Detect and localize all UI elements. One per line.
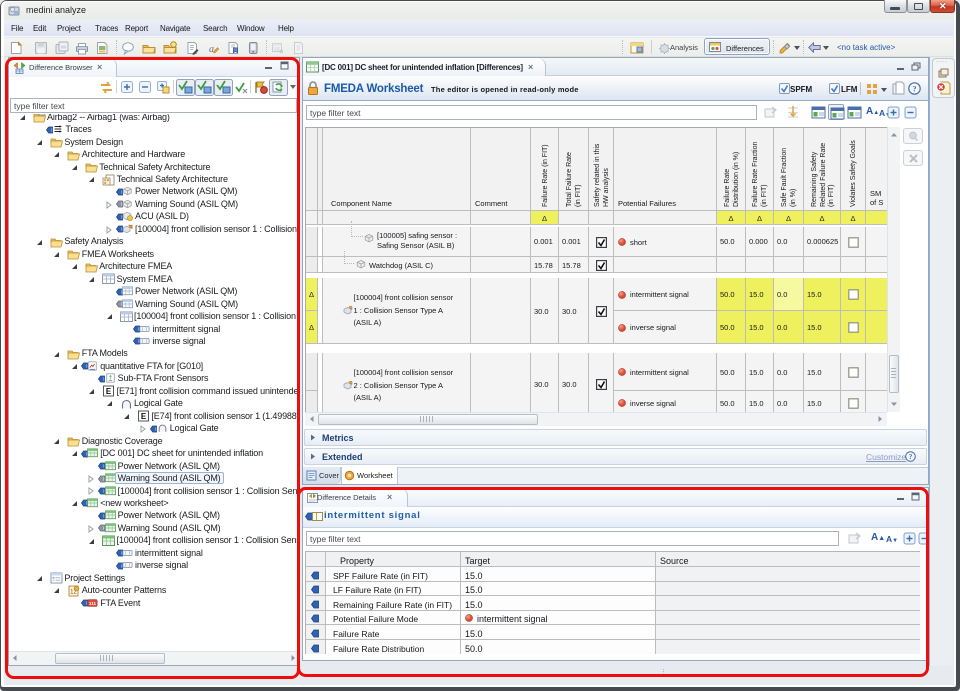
svg-text:a: a: [209, 44, 214, 55]
svg-text:?: ?: [909, 452, 913, 461]
svg-text:?: ?: [912, 84, 916, 94]
